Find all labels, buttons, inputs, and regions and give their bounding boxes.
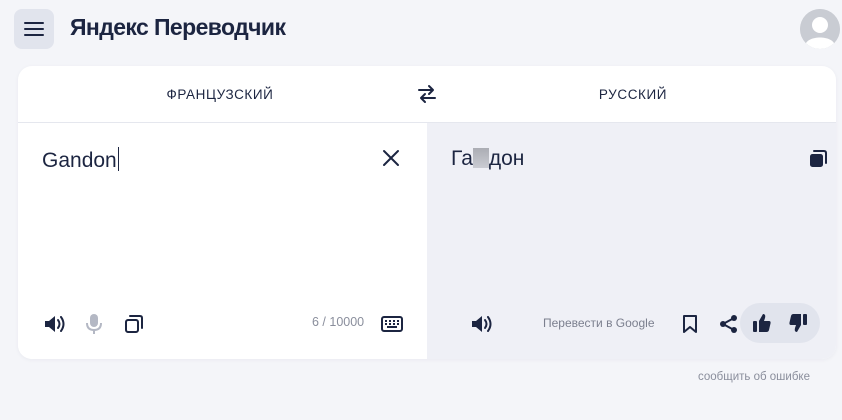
translation-text-start: Га (451, 147, 473, 170)
source-input[interactable]: Gandon (42, 147, 119, 173)
text-caret (117, 147, 119, 171)
speaker-icon (45, 316, 65, 332)
keyboard-button[interactable] (379, 311, 405, 337)
translate-in-google-link[interactable]: Перевести в Google (543, 316, 655, 330)
clear-button[interactable] (380, 147, 402, 169)
close-icon (383, 150, 399, 166)
copy-icon (125, 315, 143, 333)
thumbs-up-icon (753, 314, 771, 332)
translator-card: ФРАНЦУЗСКИЙ РУССКИЙ Gandon 6 / 10000 Га … (18, 66, 836, 359)
speaker-icon (472, 316, 492, 332)
translation-text-end: дон (488, 147, 525, 170)
source-text: Gandon (42, 149, 117, 172)
share-button[interactable] (717, 311, 741, 337)
target-listen-button[interactable] (469, 311, 495, 337)
voice-input-button[interactable] (83, 311, 105, 337)
header: Яндекс Переводчик (0, 0, 842, 60)
source-listen-button[interactable] (42, 311, 68, 337)
share-icon (720, 315, 737, 333)
copy-filled-icon (809, 149, 827, 167)
censored-fragment (472, 148, 489, 168)
bookmark-icon (683, 315, 697, 333)
translation-output[interactable]: Га дон (451, 147, 524, 171)
microphone-icon (86, 314, 102, 334)
source-copy-button[interactable] (121, 311, 147, 337)
logo[interactable]: Яндекс Переводчик (70, 14, 286, 41)
target-pane: Га дон Перевести в Google (427, 123, 836, 359)
source-pane: Gandon 6 / 10000 (18, 123, 427, 359)
menu-button[interactable] (14, 9, 54, 49)
user-icon (800, 9, 840, 49)
language-bar: ФРАНЦУЗСКИЙ РУССКИЙ (18, 66, 836, 123)
character-counter: 6 / 10000 (312, 315, 365, 329)
feedback-group (740, 303, 820, 343)
report-error-link[interactable]: сообщить об ошибке (698, 371, 810, 383)
hamburger-icon (24, 22, 44, 36)
translation-copy-button[interactable] (807, 147, 829, 169)
bookmark-button[interactable] (678, 311, 702, 337)
target-language[interactable]: РУССКИЙ (430, 66, 836, 123)
thumbs-down-icon (789, 314, 807, 332)
dislike-button[interactable] (786, 311, 810, 335)
avatar[interactable] (800, 9, 840, 49)
like-button[interactable] (750, 311, 774, 335)
source-language[interactable]: ФРАНЦУЗСКИЙ (18, 66, 422, 123)
keyboard-icon (381, 316, 403, 332)
